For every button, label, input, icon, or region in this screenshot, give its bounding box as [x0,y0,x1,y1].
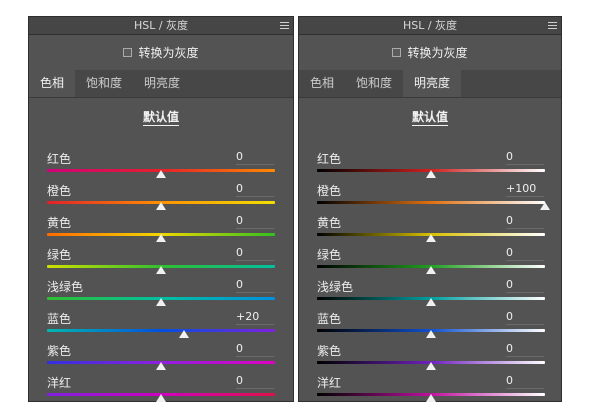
convert-to-gray-row[interactable]: 转换为灰度 [299,43,561,61]
slider-value-field[interactable]: 0 [506,214,544,229]
slider-label: 橙色 [317,184,342,198]
slider-label: 橙色 [47,184,72,198]
tab-luminance[interactable]: 明亮度 [133,70,191,97]
slider-value-field[interactable]: 0 [236,150,274,165]
panel-menu-icon[interactable] [280,22,289,29]
slider-row: 紫色 0 [29,342,293,374]
tab-hue[interactable]: 色相 [29,70,76,97]
slider-row: 绿色 0 [299,246,561,278]
slider-row: 蓝色 0 [299,310,561,342]
slider-label: 紫色 [317,344,342,358]
defaults-link[interactable]: 默认值 [411,110,448,126]
defaults-link-wrap: 默认值 [29,108,293,126]
defaults-link[interactable]: 默认值 [142,110,179,126]
slider-row: 浅绿色 0 [29,278,293,310]
slider-value-field[interactable]: 0 [236,342,274,357]
slider-row: 洋红 0 [299,374,561,406]
tab-luminance[interactable]: 明亮度 [403,70,462,97]
slider-row: 橙色 0 [29,182,293,214]
slider-label: 红色 [317,152,342,166]
slider-thumb[interactable] [540,202,550,210]
slider-value-field[interactable]: 0 [236,214,274,229]
slider-label: 蓝色 [47,312,72,326]
panel-titlebar: HSL / 灰度 [299,17,561,35]
slider-label: 紫色 [47,344,72,358]
slider-thumb[interactable] [426,266,436,274]
convert-to-gray-checkbox[interactable] [123,47,133,57]
slider-thumb[interactable] [426,394,436,402]
slider-value-field[interactable]: 0 [236,374,274,389]
slider-value-field[interactable]: +20 [236,310,274,325]
slider-thumb[interactable] [426,170,436,178]
panel-menu-icon[interactable] [548,22,557,29]
slider-thumb[interactable] [156,362,166,370]
slider-label: 黄色 [317,216,342,230]
slider-row: 浅绿色 0 [299,278,561,310]
slider-thumb[interactable] [426,298,436,306]
convert-to-gray-label: 转换为灰度 [407,45,468,60]
slider-row: 黄色 0 [299,214,561,246]
hsl-tabs: 色相 饱和度 明亮度 [299,70,561,98]
panel-title: HSL / 灰度 [133,19,189,32]
tab-saturation[interactable]: 饱和度 [75,70,133,97]
slider-thumb[interactable] [156,202,166,210]
slider-label: 黄色 [47,216,72,230]
slider-row: 橙色 +100 [299,182,561,214]
slider-label: 浅绿色 [47,280,84,294]
slider-row: 红色 0 [29,150,293,182]
panel-titlebar: HSL / 灰度 [29,17,293,35]
slider-track[interactable] [47,329,275,332]
slider-label: 绿色 [317,248,342,262]
slider-value-field[interactable]: 0 [506,342,544,357]
slider-value-field[interactable]: +100 [506,182,544,197]
slider-value-field[interactable]: 0 [236,182,274,197]
slider-value-field[interactable]: 0 [506,278,544,293]
panel-title: HSL / 灰度 [402,19,458,32]
convert-to-gray-label: 转换为灰度 [138,45,199,60]
slider-label: 红色 [47,152,72,166]
defaults-link-wrap: 默认值 [299,108,561,126]
slider-row: 黄色 0 [29,214,293,246]
hsl-tabs: 色相 饱和度 明亮度 [29,70,293,98]
slider-thumb[interactable] [178,330,189,338]
slider-value-field[interactable]: 0 [506,246,544,261]
slider-thumb[interactable] [156,394,166,402]
slider-thumb[interactable] [156,234,166,242]
convert-to-gray-row[interactable]: 转换为灰度 [29,43,293,61]
slider-label: 绿色 [47,248,72,262]
slider-label: 洋红 [47,376,72,390]
convert-to-gray-checkbox[interactable] [392,47,402,57]
slider-label: 浅绿色 [317,280,354,294]
slider-track[interactable] [317,201,545,204]
slider-value-field[interactable]: 0 [506,374,544,389]
slider-value-field[interactable]: 0 [506,150,544,165]
slider-label: 洋红 [317,376,342,390]
slider-thumb[interactable] [426,234,436,242]
tab-saturation[interactable]: 饱和度 [345,70,403,97]
slider-thumb[interactable] [156,298,166,306]
slider-value-field[interactable]: 0 [236,278,274,293]
slider-value-field[interactable]: 0 [236,246,274,261]
slider-row: 蓝色 +20 [29,310,293,342]
hsl-panel-luminance: HSL / 灰度 转换为灰度 色相 饱和度 明亮度 默认值 红色 0 橙色 +100 黄… [298,16,562,402]
slider-row: 紫色 0 [299,342,561,374]
slider-row: 红色 0 [299,150,561,182]
tab-hue[interactable]: 色相 [299,70,345,97]
slider-value-field[interactable]: 0 [506,310,544,325]
slider-thumb[interactable] [426,362,436,370]
slider-row: 绿色 0 [29,246,293,278]
slider-thumb[interactable] [156,170,166,178]
slider-row: 洋红 0 [29,374,293,406]
slider-thumb[interactable] [426,330,436,338]
hsl-panel-hue: HSL / 灰度 转换为灰度 色相 饱和度 明亮度 默认值 红色 0 橙色 0 黄色 0 绿… [28,16,294,402]
slider-label: 蓝色 [317,312,342,326]
slider-thumb[interactable] [156,266,166,274]
